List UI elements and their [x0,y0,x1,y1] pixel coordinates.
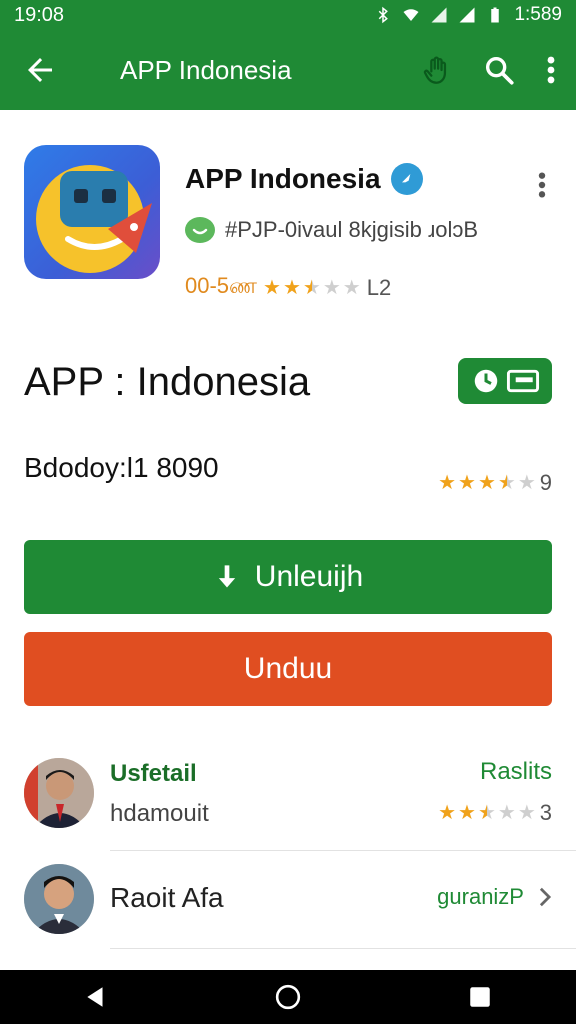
list-item-stars: ★ ★ ★ ★ ★ [438,803,536,823]
rating-count: L2 [366,274,392,300]
star-icon: ★ [458,472,476,494]
app-bar: APP Indonesia [0,30,576,110]
nav-back-icon[interactable] [83,984,109,1010]
header-more-icon[interactable] [530,169,554,201]
list-item-title: Usfetail [110,760,197,787]
star-icon: ★ [458,802,476,824]
search-icon[interactable] [482,53,516,87]
more-vert-icon[interactable] [544,53,558,87]
list-item-subtitle: hdamouit [110,800,209,827]
status-clock-right: 1:589 [514,4,562,25]
signal-icon [459,7,475,23]
avatar [24,864,94,934]
system-nav-bar [0,970,576,1024]
back-button[interactable] [0,30,80,110]
star-icon: ★ [302,276,321,299]
secondary-button-label: Unduu [243,652,333,685]
list-item-action[interactable]: guranizP [437,884,552,910]
side-rating-value: 9 [539,470,552,495]
timer-icon [474,369,497,393]
side-rating: ★ ★ ★ ★ ★ 9 [438,470,552,496]
app-header: APP Indonesia #PJP-0ivaul 8kjgisib ɹolɔB… [24,145,554,300]
developer-name: #PJP-0ivaul 8kjgisib ɹolɔB [225,217,479,242]
list-item-action-link[interactable]: Raslits [480,758,552,786]
star-icon: ★ [517,802,536,824]
list-item[interactable]: Usfetail hdamouit Raslits ★ ★ ★ ★ ★ 3 [0,750,576,850]
bluetooth-icon [379,6,389,24]
star-icon: ★ [263,276,281,299]
status-icons: 1:589 [374,4,562,26]
verified-badge-icon [390,163,423,195]
star-icon: ★ [517,472,536,494]
app-name-text: APP Indonesia [185,163,381,194]
content-card: APP Indonesia #PJP-0ivaul 8kjgisib ɹolɔB… [0,110,576,970]
star-icon: ★ [438,472,456,494]
list-divider [110,850,576,851]
chevron-right-icon [539,887,552,907]
nav-home-icon[interactable] [275,984,301,1010]
download-icon [218,565,235,588]
wallet-icon [506,369,539,393]
primary-button[interactable]: Unleuijh [24,540,552,614]
developer-chat-icon [185,217,215,243]
nav-recents-icon[interactable] [467,984,493,1010]
avatar [24,758,94,828]
list-item-action-label: guranizP [437,884,524,909]
secondary-button[interactable]: Unduu [24,632,552,706]
signal-icon [431,7,447,23]
list-divider [110,948,576,949]
star-icon: ★ [282,276,301,299]
star-icon: ★ [438,802,456,824]
star-icon: ★ [497,802,516,824]
star-icon: ★ [477,472,496,494]
app-logo-icon [36,165,152,273]
hand-icon[interactable] [420,53,454,87]
status-bar: 19:08 1:589 [0,0,576,30]
battery-icon [491,7,500,23]
list-item-title: Raoit Afa [110,882,224,913]
header-rating: 00-5ண ★ ★ ★ ★ ★ L2 [185,273,391,302]
page-subtitle: Bdodoy:l1 8090 [24,452,219,483]
star-icon: ★ [477,802,496,824]
rating-stars: ★ ★ ★ ★ ★ [263,278,361,298]
status-time: 19:08 [14,3,65,26]
app-icon[interactable] [24,145,160,279]
primary-button-label: Unleuijh [254,560,364,593]
list-item-rating: ★ ★ ★ ★ ★ 3 [438,800,552,826]
list-item-star-value: 3 [539,800,552,825]
side-rating-stars: ★ ★ ★ ★ ★ [438,473,536,493]
star-icon: ★ [322,276,341,299]
page-title: APP : Indonesia [24,360,311,404]
action-pill[interactable] [458,358,552,404]
arrow-back-icon [28,58,52,82]
star-icon: ★ [342,276,361,299]
developer-row[interactable]: #PJP-0ivaul 8kjgisib ɹolɔB [185,217,478,243]
star-icon: ★ [497,472,516,494]
app-bar-title: APP Indonesia [120,54,292,85]
app-name: APP Indonesia [185,163,423,195]
wifi-icon [403,9,419,21]
list-item[interactable]: Raoit Afa guranizP [0,858,576,948]
app-bar-actions [420,53,576,87]
rating-text: 00-5ண [185,273,258,298]
